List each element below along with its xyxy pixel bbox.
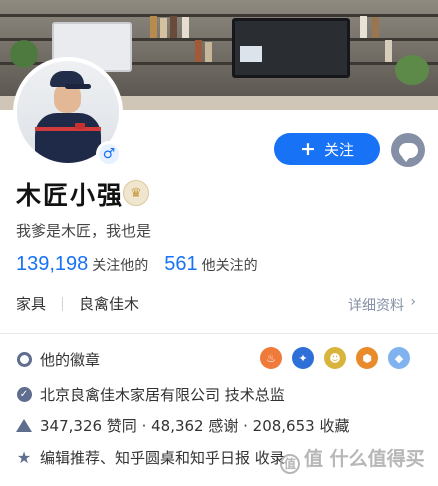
watermark: 值值 什么值得买 bbox=[280, 444, 425, 474]
medal-orange-icon: ♨ bbox=[260, 347, 282, 369]
profile-bio: 我爹是木匠，我也是 bbox=[16, 222, 152, 240]
section-divider bbox=[0, 333, 438, 334]
profile-tags: 家具 良禽佳木 bbox=[16, 293, 139, 314]
medal-orange2-icon: ⬢ bbox=[356, 347, 378, 369]
counts-text: 347,326 赞同 · 48,362 感谢 · 208,653 收藏 bbox=[40, 417, 350, 435]
medal-lightblue-icon: ◆ bbox=[388, 347, 410, 369]
message-button[interactable] bbox=[391, 133, 425, 167]
medal-icon bbox=[16, 352, 32, 368]
star-icon: ★ bbox=[16, 447, 32, 467]
divider bbox=[62, 296, 64, 311]
detail-info-link[interactable]: 详细资料 bbox=[348, 295, 404, 315]
recommend-text: 编辑推荐、知乎圆桌和知乎日报 收录 bbox=[40, 449, 285, 467]
verified-icon: ✓ bbox=[16, 387, 32, 403]
follow-button-label: 关注 bbox=[323, 140, 354, 159]
chevron-right-icon: › bbox=[410, 294, 416, 310]
recommend-row: ★ 编辑推荐、知乎圆桌和知乎日报 收录 bbox=[16, 447, 285, 468]
upvote-icon bbox=[16, 418, 32, 434]
following-label[interactable]: 他关注的 bbox=[202, 255, 258, 275]
follow-stats: 139,198 关注他的 561 他关注的 bbox=[16, 253, 258, 276]
follow-button[interactable]: + 关注 bbox=[274, 133, 380, 165]
counts-row: 347,326 赞同 · 48,362 感谢 · 208,653 收藏 bbox=[16, 415, 349, 436]
crown-badge-icon[interactable]: ♛ bbox=[123, 180, 149, 206]
tag-item[interactable]: 良禽佳木 bbox=[79, 293, 139, 314]
medals-label: 他的徽章 bbox=[40, 351, 101, 369]
followers-count[interactable]: 139,198 bbox=[16, 253, 88, 276]
gender-male-icon: ♂ bbox=[96, 141, 122, 167]
following-count[interactable]: 561 bbox=[164, 253, 197, 276]
chat-bubble-icon bbox=[398, 142, 418, 162]
tag-item[interactable]: 家具 bbox=[16, 293, 46, 314]
medal-blue-icon: ✦ bbox=[292, 347, 314, 369]
medal-list[interactable]: ♨ ✦ ☻ ⬢ ◆ bbox=[260, 347, 410, 369]
profile-name: 木匠小强 bbox=[16, 181, 125, 210]
watermark-logo-icon: 值 bbox=[280, 454, 300, 474]
plus-icon: + bbox=[300, 137, 316, 160]
company-row: ✓ 北京良禽佳木家居有限公司 技术总监 bbox=[16, 384, 285, 405]
medals-row[interactable]: 他的徽章 bbox=[16, 349, 100, 370]
company-text: 北京良禽佳木家居有限公司 技术总监 bbox=[40, 386, 285, 404]
medal-gold-icon: ☻ bbox=[324, 347, 346, 369]
followers-label[interactable]: 关注他的 bbox=[92, 255, 148, 275]
